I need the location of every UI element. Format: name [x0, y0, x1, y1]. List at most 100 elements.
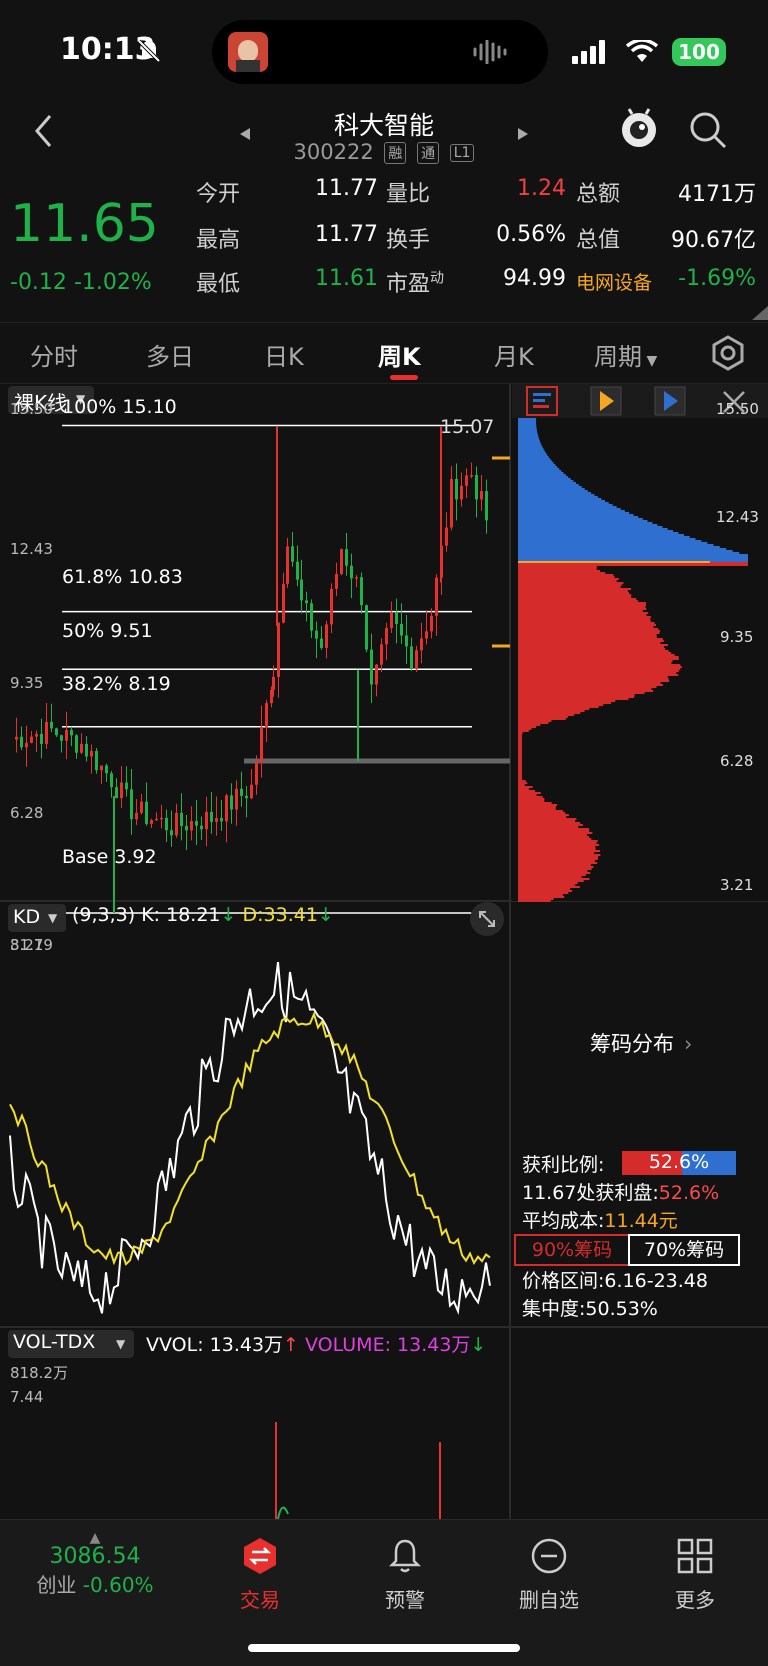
- y-tick-2: 12.43: [10, 540, 53, 558]
- tab-monthly-k[interactable]: 月K: [494, 337, 534, 372]
- price-change: -0.12 -1.02%: [10, 270, 152, 295]
- candle-body: [235, 788, 238, 810]
- chip-bar: [518, 646, 665, 648]
- chip-bar: [518, 710, 585, 712]
- dropdown-caret-icon: ▼: [642, 353, 658, 369]
- chip-bar: [518, 900, 551, 902]
- change-amount: -0.12: [10, 270, 67, 295]
- chip-bar: [518, 752, 522, 754]
- chip-bar: [518, 460, 552, 462]
- vol-selector[interactable]: VOL-TDX ▼: [8, 1330, 134, 1358]
- candle-body: [272, 676, 275, 690]
- bell-icon: [388, 1539, 422, 1573]
- chip-bar: [518, 796, 543, 798]
- next-stock-icon[interactable]: [518, 128, 528, 140]
- chip-blue-icon[interactable]: [654, 386, 686, 416]
- chip-bar: [518, 692, 645, 694]
- profit-ratio-label: 获利比例:: [522, 1154, 605, 1176]
- chip-bar: [518, 762, 522, 764]
- chip-70-tab[interactable]: 70%筹码: [628, 1234, 740, 1266]
- tab-intraday[interactable]: 分时: [30, 337, 78, 372]
- candle-body: [155, 818, 158, 821]
- chip-distribution-link[interactable]: 筹码分布 ›: [590, 1028, 692, 1058]
- connect-badge: 通: [417, 142, 440, 164]
- candle-body: [85, 743, 88, 757]
- chip-bar: [518, 782, 528, 784]
- chip-bar: [518, 446, 543, 448]
- tab-daily-k[interactable]: 日K: [264, 337, 304, 372]
- chip-bar: [518, 664, 681, 666]
- chip-bar: [518, 546, 720, 548]
- candle-body: [95, 750, 98, 771]
- chip-bar: [518, 542, 708, 544]
- chip-bar: [518, 746, 522, 748]
- tab-weekly-k[interactable]: 周K: [378, 337, 421, 372]
- candle-body: [405, 635, 408, 647]
- nav-more[interactable]: 更多: [640, 1536, 750, 1613]
- chip-bar: [518, 428, 537, 430]
- candle-body: [110, 773, 113, 788]
- chip-bar: [518, 612, 649, 614]
- chip-bar: [518, 818, 577, 820]
- chevron-right-icon: ›: [684, 1032, 693, 1056]
- chip-bar: [518, 892, 569, 894]
- caret-down-icon: ▼: [116, 1337, 126, 1351]
- chip-bar: [518, 444, 542, 446]
- chip-bar: [518, 852, 595, 854]
- chip-bar: [518, 554, 748, 556]
- chip-bar: [518, 654, 675, 656]
- chip-bar: [518, 454, 548, 456]
- chip-bar: [518, 750, 522, 752]
- tab-period[interactable]: 周期 ▼: [594, 337, 657, 372]
- dynamic-island[interactable]: [212, 20, 548, 84]
- expand-button[interactable]: [470, 902, 504, 936]
- stock-code: 300222: [293, 140, 374, 164]
- vol-name: VOL-TDX: [13, 1331, 96, 1353]
- chip-bar: [518, 490, 588, 492]
- mascot-icon[interactable]: [618, 108, 660, 150]
- chip-bar: [518, 760, 522, 762]
- chip-bar: [518, 842, 597, 844]
- chip-bar: [518, 642, 661, 644]
- chip-distribution-icon[interactable]: [526, 386, 558, 416]
- candle-body: [75, 735, 78, 753]
- volume-ma-line: [277, 1506, 289, 1519]
- nav-remove-watchlist-label: 删自选: [519, 1588, 579, 1612]
- chip-bar: [518, 576, 615, 578]
- candle-body: [355, 577, 358, 579]
- candle-body: [25, 742, 28, 748]
- chip-bar: [518, 584, 622, 586]
- nav-remove-watchlist[interactable]: 删自选: [494, 1536, 604, 1613]
- chip-bar: [518, 778, 522, 780]
- chip-bar: [518, 448, 544, 450]
- chip-90-tab[interactable]: 90%筹码: [514, 1234, 630, 1266]
- candle-body: [265, 703, 268, 728]
- chip-bar: [518, 556, 748, 558]
- kd-selector[interactable]: KD ▼: [8, 904, 66, 932]
- candle-body: [350, 565, 353, 579]
- chip-bar: [518, 784, 525, 786]
- nav-trade[interactable]: 交易: [205, 1536, 315, 1613]
- index-ticker[interactable]: ▲ 3086.54 创业 -0.60%: [0, 1530, 190, 1598]
- chip-bar: [518, 636, 657, 638]
- candle-body: [286, 546, 289, 584]
- candle-body: [195, 821, 198, 826]
- nav-alert[interactable]: 预警: [350, 1536, 460, 1613]
- search-icon[interactable]: [688, 110, 728, 150]
- candle-body: [420, 638, 423, 651]
- chip-bar: [518, 570, 601, 572]
- chip-bar: [518, 830, 590, 832]
- chip-bar: [518, 626, 654, 628]
- tab-multi-day[interactable]: 多日: [146, 337, 194, 372]
- candle-body: [255, 763, 258, 785]
- candle-body: [145, 801, 148, 824]
- candle-body: [220, 818, 223, 822]
- chip-orange-icon[interactable]: [590, 386, 622, 416]
- sector-link[interactable]: 电网设备: [576, 268, 652, 295]
- turnover-amount-label: 总额: [576, 182, 621, 207]
- chip-bar: [518, 492, 592, 494]
- settings-hex-icon[interactable]: [710, 335, 746, 371]
- chip-bar: [518, 464, 556, 466]
- level1-badge: L1: [449, 144, 475, 162]
- candle-body: [190, 821, 193, 831]
